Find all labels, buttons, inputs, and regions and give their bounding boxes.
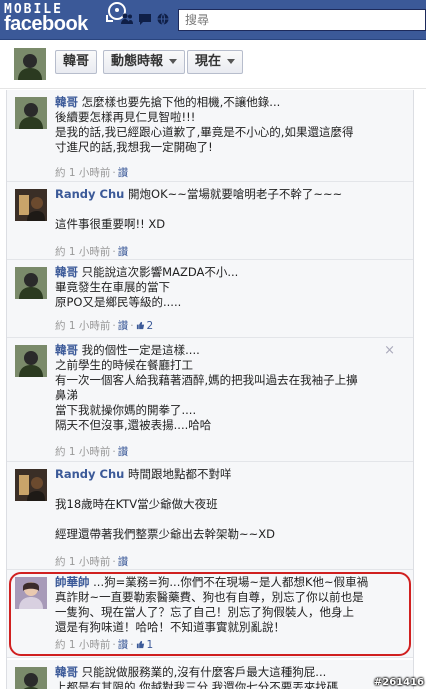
top-navigation-bar: MOBILE facebook (0, 0, 426, 40)
comment-timestamp: 約 1 小時前 (55, 246, 111, 258)
comment-body: 韓哥 只能說這次影響MAZDA不小... 畢竟發生在車展的當下 原PO又是鄉民等… (55, 265, 385, 310)
comment-author-link[interactable]: Randy Chu (55, 467, 124, 481)
comment-item: Randy Chu 時間跟地點都不對咩 我18歲時在KTV當少爺做大夜班 經理還… (7, 462, 413, 570)
comment-body: 韓哥 怎麼樣也要先搶下他的相機,不讓他錄... 後續要怎樣再見仁見智啦!!! 是… (55, 95, 385, 155)
comment-text: 開炮OK~~當場就要嗆明老子不幹了~~~ (128, 187, 343, 201)
like-link[interactable]: 讚 (118, 639, 129, 651)
comment-text: 時間跟地點都不對咩 (128, 467, 232, 481)
comment-text: 經理還帶著我們整票少爺出去幹架勒~~XD (55, 527, 276, 541)
thumbs-up-icon (136, 640, 144, 649)
comment-text: 只能說這次影響MAZDA不小... (81, 265, 239, 279)
like-count[interactable]: 2 (136, 320, 154, 332)
comment-meta: 約 1 小時前 · 讚 (55, 556, 129, 568)
comment-text: 是我的話,我已經跟心道歉了,畢竟是不小心的,如果還這麼得 (55, 125, 354, 139)
comment-author-link[interactable]: Randy Chu (55, 187, 124, 201)
timeline-label: 動態時報 (111, 54, 164, 69)
like-link[interactable]: 讚 (118, 246, 129, 258)
comment-timestamp: 約 1 小時前 (55, 556, 111, 568)
thumbs-up-icon (136, 321, 144, 330)
profile-avatar[interactable] (14, 48, 46, 80)
comment-timestamp: 約 1 小時前 (55, 639, 111, 651)
comment-text: 怎麼樣也要先搶下他的相機,不讓他錄... (81, 95, 281, 109)
like-count-value: 1 (146, 639, 154, 651)
comment-text: 畢竟發生在車展的當下 (55, 280, 170, 294)
comment-text (55, 202, 385, 217)
commenter-avatar[interactable] (15, 267, 47, 299)
comment-text: 一隻狗、現在當人了？忘了自己！別忘了狗假裝人，他身上 (55, 605, 354, 619)
comment-text: 之前學生的時候在餐廳打工 (55, 358, 193, 372)
like-count-value: 2 (146, 320, 154, 332)
commenter-avatar[interactable] (15, 97, 47, 129)
comment-text: 我的個性一定是這樣.... (81, 343, 200, 357)
timeline-menu-button[interactable]: 動態時報 (103, 50, 186, 74)
comment-meta: 約 1 小時前 · 讚 · 2 (55, 320, 154, 332)
comment-timestamp: 約 1 小時前 (55, 320, 111, 332)
comment-text: 原PO又是鄉民等級的..... (55, 295, 182, 309)
comment-list: 韓哥 怎麼樣也要先搶下他的相機,不讓他錄... 後續要怎樣再見仁見智啦!!! 是… (6, 90, 414, 689)
comment-body: 帥華帥 ...狗=業務=狗...你們不在現場~是人都想K他~假車禍 真詐財~一直… (55, 575, 407, 635)
comment-text (55, 482, 385, 497)
comment-text: 隔天不但沒事,還被表揚....哈哈 (55, 418, 212, 432)
comment-text: 真詐財~一直要勒索醫藥費、狗也有自尊，別忘了你以前也是 (55, 590, 364, 604)
search-box[interactable] (178, 9, 426, 31)
comment-meta: 約 1 小時前 · 讚 (55, 446, 129, 458)
like-link[interactable]: 讚 (118, 446, 129, 458)
comment-body: 韓哥 只能說做服務業的,沒有什麼客戶最大這種狗屁... 上都是有其限的,你越對我… (55, 665, 385, 689)
comment-author-link[interactable]: 韓哥 (55, 343, 78, 357)
comment-text (55, 512, 385, 527)
comment-timestamp: 約 1 小時前 (55, 446, 111, 458)
comment-text: 有一次一個客人給我藉著酒醉,媽的把我叫過去在我袖子上擤 (55, 373, 358, 387)
comment-body: Randy Chu 開炮OK~~當場就要嗆明老子不幹了~~~ 這件事很重要啊!!… (55, 187, 385, 232)
comment-text: ...狗=業務=狗...你們不在現場~是人都想K他~假車禍 (93, 575, 369, 589)
close-icon[interactable]: × (384, 343, 395, 358)
like-link[interactable]: 讚 (118, 556, 129, 568)
chevron-down-icon (227, 59, 236, 64)
comment-text: 我18歲時在KTV當少爺做大夜班 (55, 497, 218, 511)
like-count[interactable]: 1 (136, 639, 154, 651)
comment-item: 韓哥 只能說做服務業的,沒有什麼客戶最大這種狗屁... 上都是有其限的,你越對我… (7, 660, 413, 689)
comment-item: 帥華帥 ...狗=業務=狗...你們不在現場~是人都想K他~假車禍 真詐財~一直… (7, 570, 413, 658)
like-link[interactable]: 讚 (118, 320, 129, 332)
comment-author-link[interactable]: 韓哥 (55, 665, 78, 679)
comment-text: 只能說做服務業的,沒有什麼客戶最大這種狗屁... (81, 665, 327, 679)
comment-meta: 約 1 小時前 · 讚 (55, 246, 129, 258)
comment-body: Randy Chu 時間跟地點都不對咩 我18歲時在KTV當少爺做大夜班 經理還… (55, 467, 385, 542)
like-link[interactable]: 讚 (118, 167, 129, 179)
comment-text: 這件事很重要啊!! XD (55, 217, 166, 231)
search-input[interactable] (179, 10, 425, 30)
comment-text: 寸進尺的話,我想我一定開砲了! (55, 140, 213, 154)
comment-body: 韓哥 我的個性一定是這樣.... 之前學生的時候在餐廳打工 有一次一個客人給我藉… (55, 343, 385, 433)
comment-text: 上都是有其限的,你越對我三分,我還你七分不要丟來找碼 (55, 680, 339, 689)
comment-timestamp: 約 1 小時前 (55, 167, 111, 179)
chevron-down-icon (169, 59, 178, 64)
commenter-avatar[interactable] (15, 345, 47, 377)
commenter-avatar[interactable] (15, 577, 47, 609)
profile-name-button[interactable]: 韓哥 (55, 50, 98, 74)
watermark-id: #261416 (373, 677, 424, 688)
brand-facebook-label: facebook (4, 13, 88, 35)
profile-header: 韓哥 動態時報 現在 (0, 41, 426, 89)
now-label: 現在 (195, 54, 222, 69)
comment-text: 還是有狗味道！哈哈！不知道事實就別亂說！ (55, 620, 285, 634)
comment-item: × 韓哥 我的個性一定是這樣.... 之前學生的時候在餐廳打工 有一次一個客人給… (7, 338, 413, 462)
comment-author-link[interactable]: 韓哥 (55, 95, 78, 109)
comment-text: 當下我就操你媽的開拳了.... (55, 403, 197, 417)
comment-text: 鼻涕 (55, 388, 78, 402)
comment-item: 韓哥 只能說這次影響MAZDA不小... 畢竟發生在車展的當下 原PO又是鄉民等… (7, 260, 413, 338)
comment-author-link[interactable]: 帥華帥 (55, 575, 90, 589)
now-menu-button[interactable]: 現在 (187, 50, 244, 74)
commenter-avatar[interactable] (15, 189, 47, 221)
commenter-avatar[interactable] (15, 667, 47, 689)
commenter-avatar[interactable] (15, 469, 47, 501)
friend-requests-icon[interactable] (120, 12, 134, 26)
comment-author-link[interactable]: 韓哥 (55, 265, 78, 279)
comment-meta: 約 1 小時前 · 讚 (55, 167, 129, 179)
page-margin (414, 90, 426, 689)
messages-icon[interactable] (138, 12, 152, 26)
comment-item: 韓哥 怎麼樣也要先搶下他的相機,不讓他錄... 後續要怎樣再見仁見智啦!!! 是… (7, 90, 413, 182)
notifications-globe-icon[interactable] (156, 12, 170, 26)
comment-text: 後續要怎樣再見仁見智啦!!! (55, 110, 196, 124)
comment-meta: 約 1 小時前 · 讚 · 1 (55, 639, 154, 651)
comment-item: Randy Chu 開炮OK~~當場就要嗆明老子不幹了~~~ 這件事很重要啊!!… (7, 182, 413, 260)
